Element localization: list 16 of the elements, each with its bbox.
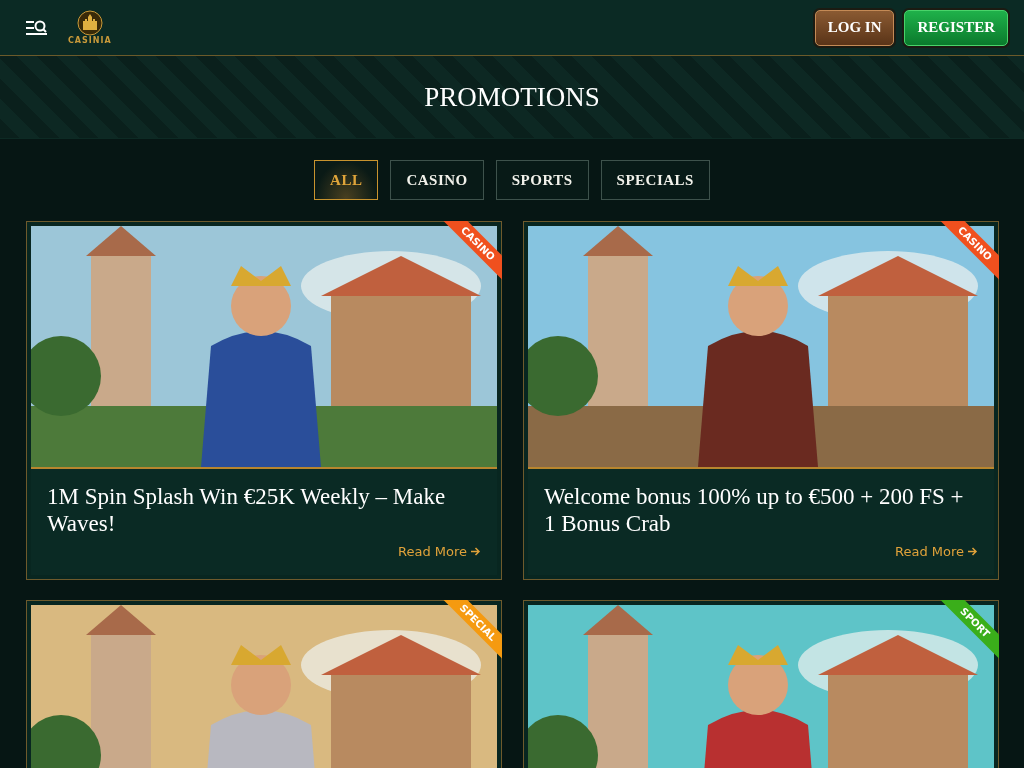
arrow-right-icon [470,546,481,557]
filter-tab[interactable]: ALL [314,160,379,200]
read-more-link[interactable]: Read More [894,544,978,559]
arrow-right-icon [967,546,978,557]
page-title: PROMOTIONS [424,81,600,113]
castle-icon[interactable] [76,10,103,36]
promo-title: Welcome bonus 100% up to €500 + 200 FS + 1 Bonus Crab [544,483,965,537]
filter-tab[interactable]: SPORTS [495,160,589,200]
menu-search-icon[interactable] [26,19,48,36]
register-button[interactable]: REGISTER [904,9,1008,46]
promo-title: 1M Spin Splash Win €25K Weekly – Make Waves! [47,483,447,537]
filter-tab[interactable]: SPECIALS [600,160,710,200]
login-button[interactable]: LOG IN [814,9,895,46]
logo-text: CASINIA [68,36,112,45]
filter-tab[interactable]: CASINO [390,160,484,200]
read-more-link[interactable]: Read More [397,544,481,559]
